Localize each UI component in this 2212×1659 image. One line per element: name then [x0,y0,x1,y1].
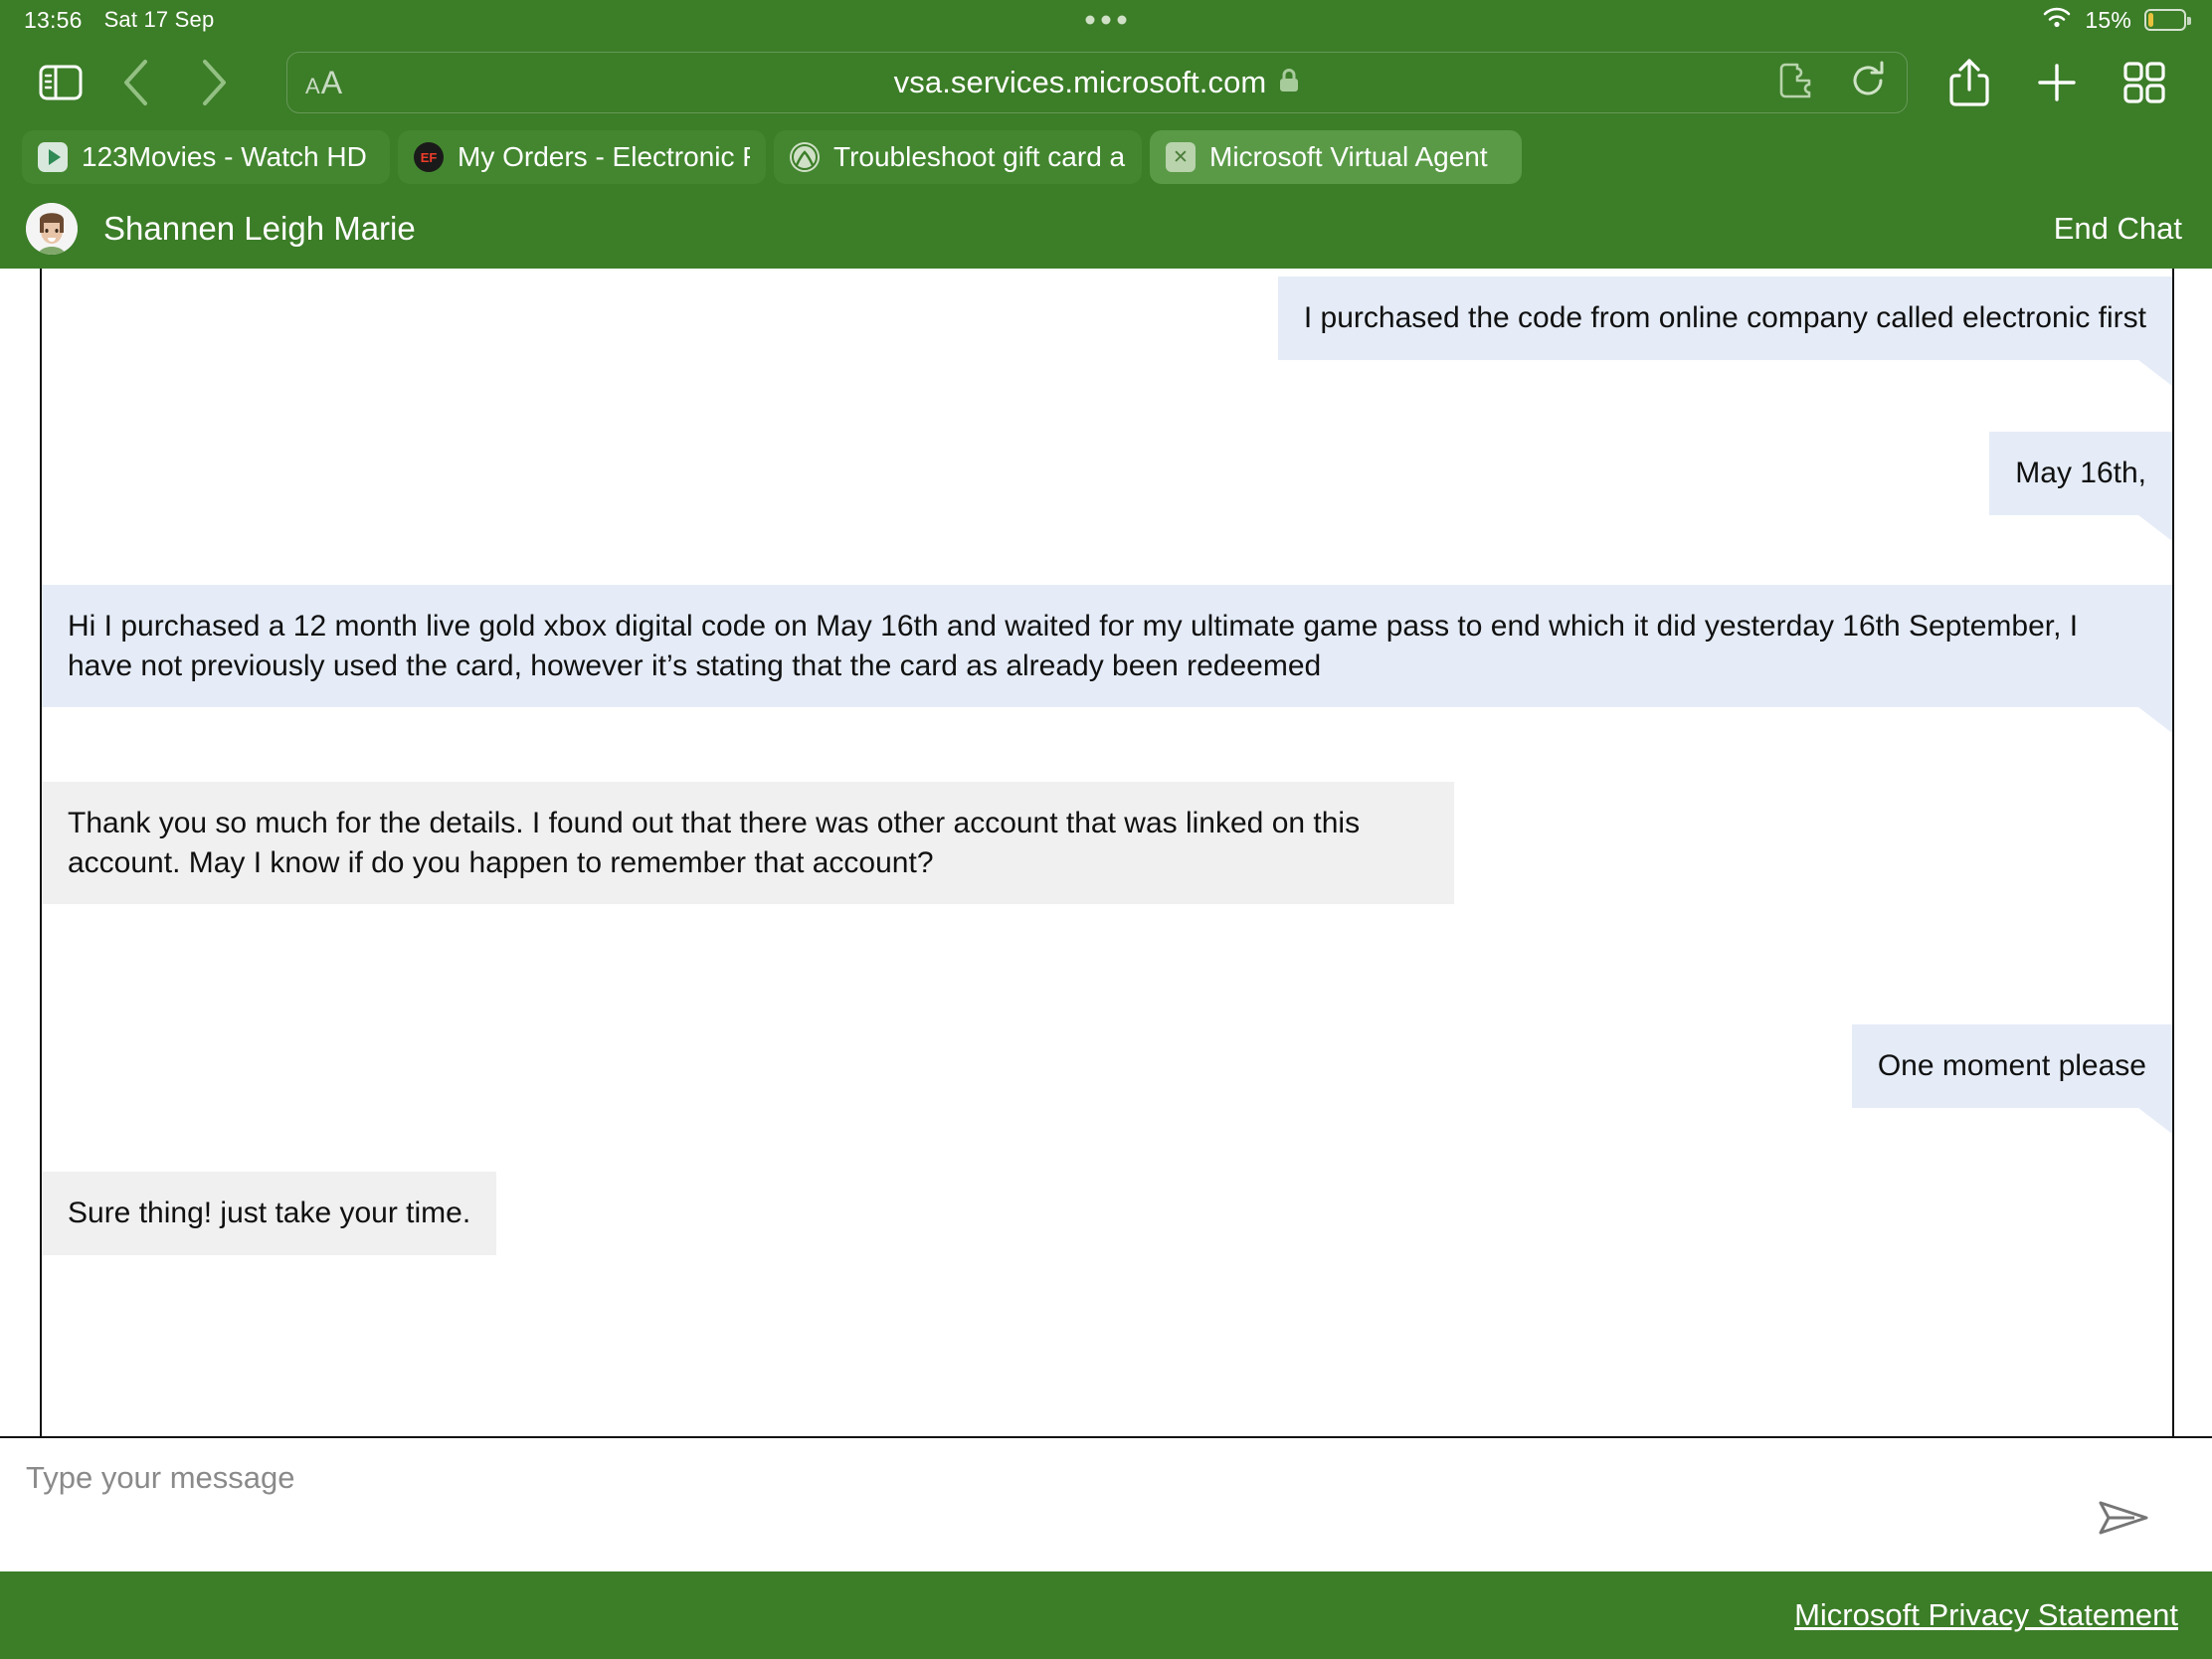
battery-low-icon [2144,9,2191,31]
browser-tab-my-orders[interactable]: EF My Orders - Electronic Firs [398,130,766,184]
grid-icon[interactable] [2101,60,2188,105]
message-row: Sure thing! just take your time. [42,1172,497,1255]
browser-toolbar: AA vsa.services.microsoft.com [0,40,2212,125]
battery-percent: 15% [2085,6,2131,33]
tab-title: My Orders - Electronic Firs [458,141,750,172]
lock-icon [1278,68,1300,98]
tab-title: Microsoft Virtual Agent [1209,141,1488,172]
message-row: Hi I purchased a 12 month live gold xbox… [42,585,2172,734]
tab-title: Troubleshoot gift card and [833,141,1126,172]
page-footer: Microsoft Privacy Statement [0,1571,2212,1659]
agent-avatar [26,203,78,255]
reload-icon[interactable] [1849,61,1889,105]
message-list[interactable]: I purchased the code from online company… [0,269,2212,1436]
close-square-icon: ✕ [1166,142,1196,172]
puzzle-piece-icon[interactable] [1777,61,1823,105]
user-message-bubble: May 16th, [1989,432,2172,541]
message-composer[interactable]: Type your message [0,1436,2212,1571]
agent-name: Shannen Leigh Marie [103,210,416,247]
plus-icon[interactable] [2013,59,2101,106]
play-button-icon [38,142,68,172]
forward-button[interactable] [175,57,253,108]
electronic-first-icon: EF [414,142,444,172]
chat-header: Shannen Leigh Marie End Chat [0,189,2212,269]
status-bar: 13:56 Sat 17 Sep 15% [0,0,2212,40]
message-input[interactable]: Type your message [26,1460,2182,1496]
send-paper-plane-icon[interactable] [2095,1497,2150,1544]
tab-title: 123Movies - Watch HD Mo [82,141,374,172]
status-bar-right: 15% [2042,6,2191,34]
browser-tab-123movies[interactable]: 123Movies - Watch HD Mo [22,130,390,184]
wifi-icon [2042,6,2072,34]
end-chat-button[interactable]: End Chat [2054,211,2182,247]
status-bar-time: 13:56 [24,6,83,33]
address-bar-actions [1777,61,1889,105]
address-bar-content: vsa.services.microsoft.com [287,53,1907,112]
ipad-safari-window: 13:56 Sat 17 Sep 15% AA vsa.services.mic… [0,0,2212,1659]
message-row: Thank you so much for the details. I fou… [42,782,1454,905]
privacy-statement-link[interactable]: Microsoft Privacy Statement [1794,1597,2178,1633]
multitasking-dots-icon[interactable] [1085,15,1127,25]
message-row: I purchased the code from online company… [1277,276,2173,386]
status-bar-date: Sat 17 Sep [103,7,215,32]
share-icon[interactable] [1926,57,2013,108]
agent-message-bubble: Thank you so much for the details. I fou… [42,782,1454,905]
user-message-bubble: Hi I purchased a 12 month live gold xbox… [42,585,2172,734]
back-button[interactable] [97,57,175,108]
browser-tab-troubleshoot[interactable]: Troubleshoot gift card and [774,130,1142,184]
browser-tab-microsoft-virtual-agent[interactable]: ✕ Microsoft Virtual Agent [1150,130,1522,184]
text-size-icon[interactable]: AA [305,65,342,101]
sidebar-toggle-icon[interactable] [24,65,97,100]
user-message-bubble: One moment please [1851,1024,2173,1134]
user-message-bubble: I purchased the code from online company… [1277,276,2173,386]
xbox-icon [790,142,820,172]
message-row: One moment please [1851,1024,2173,1134]
agent-message-bubble: Sure thing! just take your time. [42,1172,497,1255]
message-row: May 16th, [1989,432,2172,541]
tab-bar: 123Movies - Watch HD Mo EF My Orders - E… [0,125,2212,189]
chat-scrollbar[interactable] [2172,269,2174,1436]
toolbar-right-actions [1926,57,2188,108]
address-bar[interactable]: AA vsa.services.microsoft.com [286,52,1908,113]
chat-panel: I purchased the code from online company… [0,269,2212,1571]
url-text: vsa.services.microsoft.com [893,65,1267,99]
